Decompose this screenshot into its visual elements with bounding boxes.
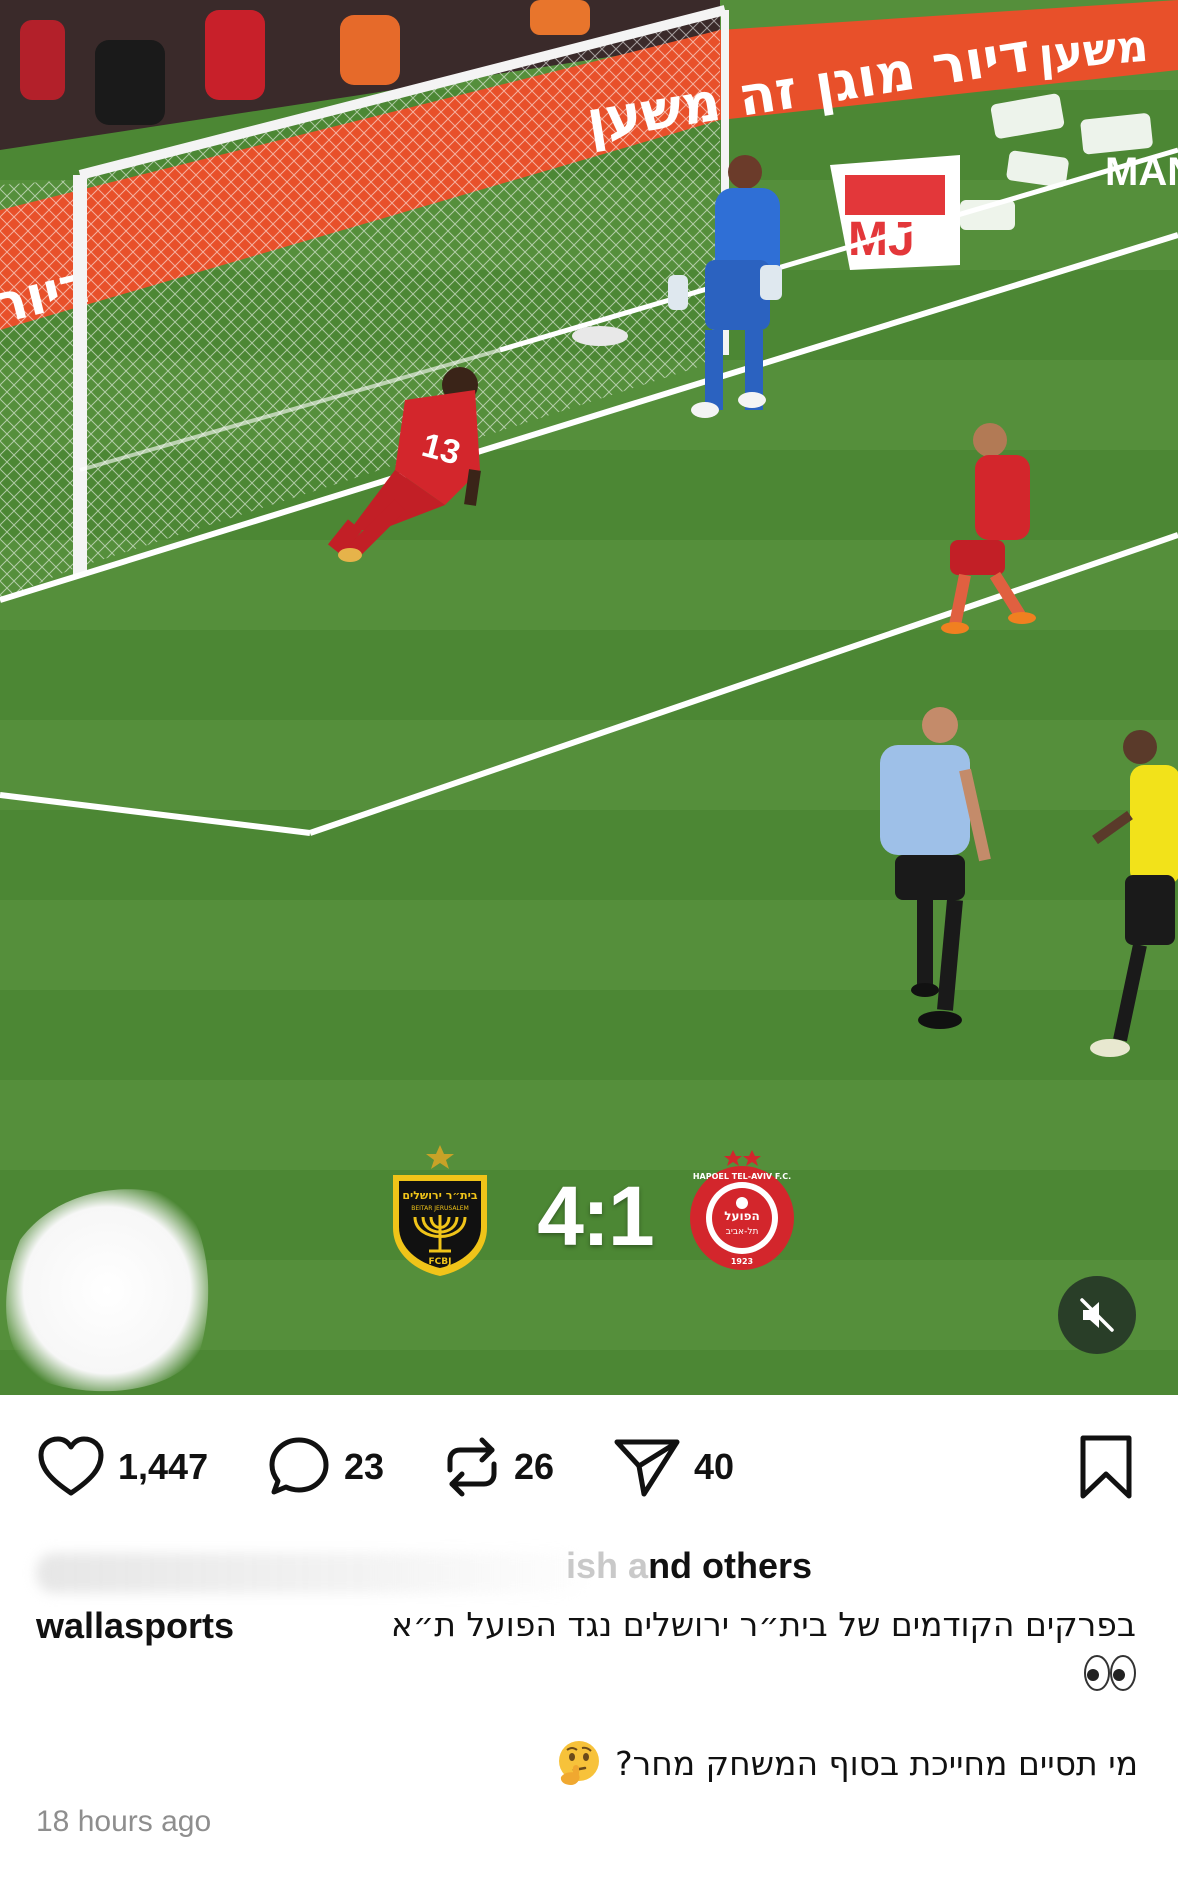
mute-button[interactable]	[1058, 1276, 1136, 1354]
like-count: 1,447	[118, 1446, 209, 1487]
svg-text:הפועל: הפועל	[724, 1209, 760, 1223]
post-timestamp: 18 hours ago	[36, 1805, 212, 1838]
post-video[interactable]: דיור מוגן זה משען דיור מוגן זה משען משען…	[0, 0, 1178, 1395]
svg-text:MAN: MAN	[1105, 150, 1178, 194]
heart-icon	[38, 1436, 104, 1496]
caption-text: בפרקים הקודמים של בית״ר ירושלים נגד הפוע…	[390, 1605, 1136, 1644]
bookmark-icon	[1080, 1435, 1132, 1499]
comment-bubble-icon	[269, 1437, 329, 1495]
share-button[interactable]: 40	[612, 1425, 734, 1509]
beitar-jerusalem-crest: בית״ר ירושלים BEITAR JERUSALEM FCBJ	[393, 1145, 487, 1276]
svg-text:BEITAR JERUSALEM: BEITAR JERUSALEM	[411, 1205, 469, 1212]
svg-text:FCBJ: FCBJ	[429, 1257, 452, 1267]
ball	[572, 326, 628, 346]
liked-by-text: ish and others	[566, 1545, 813, 1586]
repost-arrows-icon	[447, 1437, 497, 1497]
post-actions: 1,447 23 26 40	[0, 1425, 1178, 1509]
scoreboard: בית״ר ירושלים BEITAR JERUSALEM FCBJ 4:1 …	[385, 1138, 805, 1288]
share-count: 40	[694, 1446, 735, 1487]
comment-count: 23	[344, 1446, 385, 1487]
svg-text:משען: משען	[1037, 21, 1151, 81]
save-button[interactable]	[1075, 1425, 1137, 1509]
thinking-face-emoji	[559, 1741, 600, 1785]
repost-button[interactable]: 26	[442, 1425, 554, 1509]
caption-question: מי תסיים מחייכת בסוף המשחק מחר?	[615, 1743, 1138, 1783]
author-username[interactable]: wallasports	[36, 1605, 234, 1647]
caption-question-row: מי תסיים מחייכת בסוף המשחק מחר?	[555, 1735, 1138, 1791]
match-score: 4:1	[537, 1169, 654, 1263]
liked-by-line[interactable]: ish and others	[36, 1545, 1136, 1595]
eyes-emoji	[1084, 1655, 1136, 1691]
send-icon	[614, 1439, 680, 1497]
svg-text:תל-אביב: תל-אביב	[726, 1227, 759, 1237]
like-button[interactable]: 1,447	[36, 1425, 208, 1509]
repost-count: 26	[514, 1446, 555, 1487]
redacted-likers	[36, 1553, 586, 1593]
hapoel-tel-aviv-crest: HAPOEL TEL-AVIV F.C. הפועל תל-אביב 1923	[690, 1150, 794, 1270]
comment-button[interactable]: 23	[266, 1425, 384, 1509]
speaker-muted-icon	[1080, 1298, 1114, 1332]
caption-row: wallasports בפרקים הקודמים של בית״ר ירוש…	[36, 1605, 1136, 1657]
svg-text:בית״ר ירושלים: בית״ר ירושלים	[402, 1189, 478, 1202]
svg-text:HAPOEL TEL-AVIV F.C.: HAPOEL TEL-AVIV F.C.	[693, 1172, 791, 1181]
svg-text:1923: 1923	[731, 1257, 753, 1266]
